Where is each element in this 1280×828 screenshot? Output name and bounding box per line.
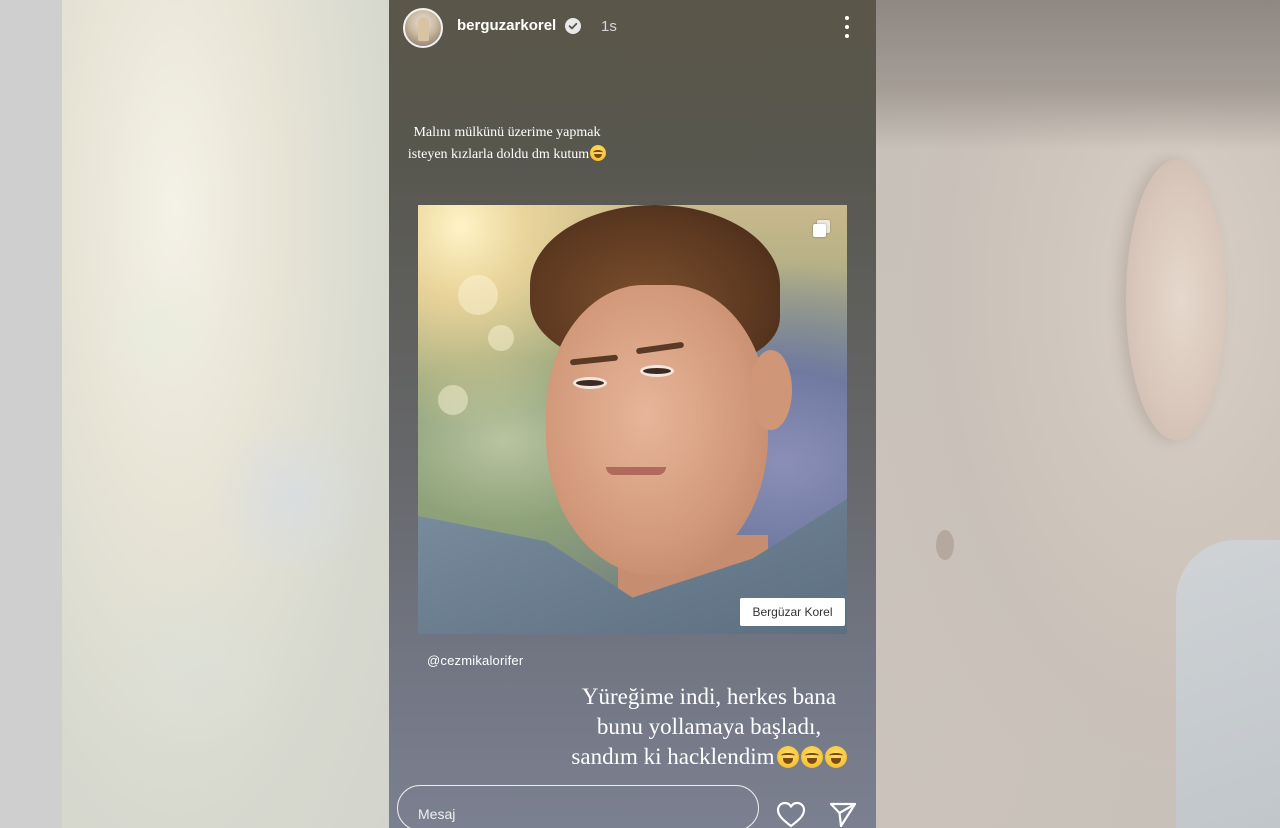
background-sweater bbox=[1176, 540, 1280, 828]
avatar-figure bbox=[418, 17, 429, 41]
story-panel[interactable]: berguzarkorel 1s Malını mülkünü üzerime … bbox=[389, 0, 876, 828]
person-eye bbox=[640, 365, 674, 377]
background-shadow bbox=[936, 530, 954, 560]
message-input[interactable]: Mesaj bbox=[397, 785, 759, 828]
story-timestamp: 1s bbox=[601, 18, 617, 35]
heart-icon[interactable] bbox=[776, 801, 806, 828]
verified-icon bbox=[565, 18, 581, 34]
background-photo-left bbox=[0, 0, 389, 828]
more-icon[interactable] bbox=[837, 14, 857, 40]
username[interactable]: berguzarkorel bbox=[457, 17, 556, 34]
background-ear bbox=[1126, 160, 1226, 440]
person-face bbox=[546, 285, 768, 575]
caption-bottom: Yüreğime indi, herkes bana bunu yollamay… bbox=[569, 682, 849, 772]
bokeh-light bbox=[458, 275, 498, 315]
person-ear bbox=[750, 350, 792, 430]
person-mouth bbox=[606, 467, 666, 475]
emoji-icon bbox=[800, 746, 823, 768]
caption-top-text: Malını mülkünü üzerime yapmak isteyen kı… bbox=[407, 125, 601, 162]
bokeh-light bbox=[438, 385, 468, 415]
background-hair bbox=[876, 0, 1280, 150]
background-photo-right bbox=[876, 0, 1280, 828]
send-icon[interactable] bbox=[829, 800, 857, 828]
carousel-icon bbox=[813, 220, 831, 238]
avatar[interactable] bbox=[403, 8, 443, 48]
post-watermark: Bergüzar Korel bbox=[740, 598, 845, 626]
bokeh-light bbox=[488, 325, 514, 351]
emoji-icon bbox=[590, 145, 607, 161]
message-placeholder: Mesaj bbox=[418, 806, 456, 822]
caption-top: Malını mülkünü üzerime yapmak isteyen kı… bbox=[407, 122, 607, 166]
emoji-icon bbox=[776, 746, 799, 768]
shared-post-image[interactable]: Bergüzar Korel bbox=[418, 205, 847, 634]
person-eye bbox=[573, 377, 607, 389]
mention-tag[interactable]: @cezmikalorifer bbox=[427, 653, 523, 668]
emoji-icon bbox=[824, 746, 847, 768]
story-header: berguzarkorel 1s bbox=[389, 0, 876, 56]
